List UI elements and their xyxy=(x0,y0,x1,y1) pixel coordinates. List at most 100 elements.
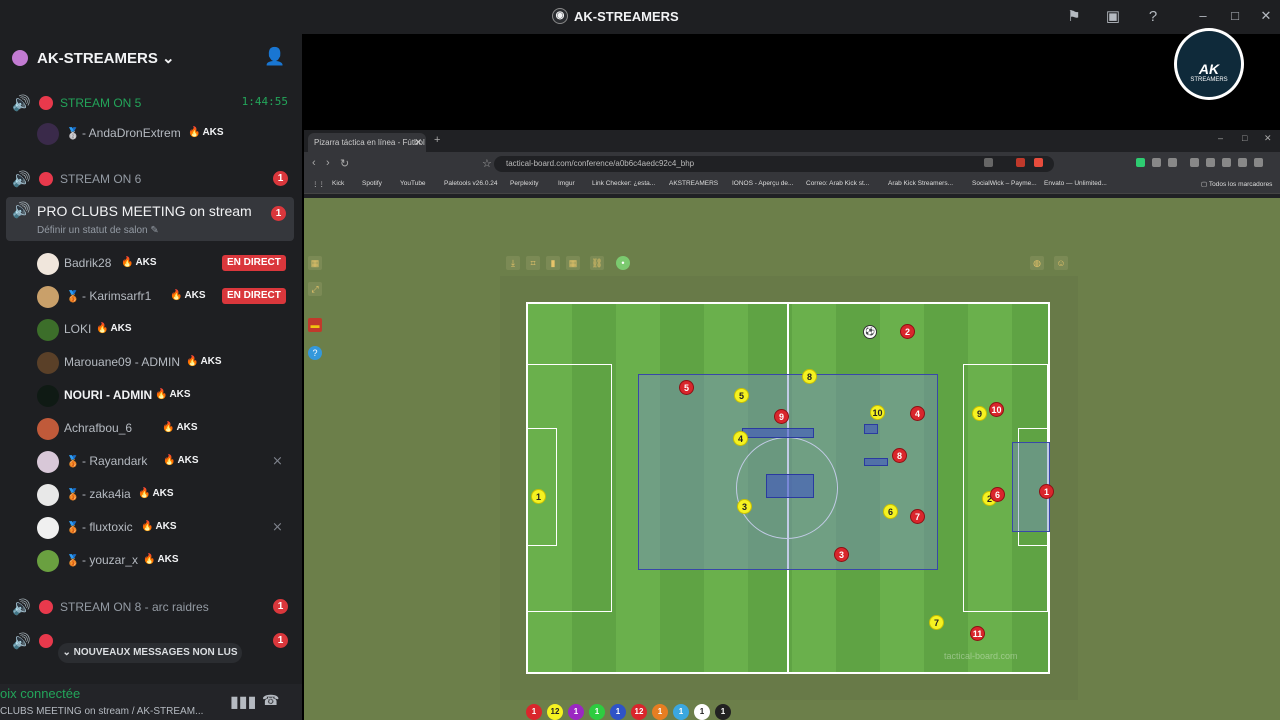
extension-icon[interactable] xyxy=(1190,158,1199,167)
extension-icon[interactable] xyxy=(1034,158,1043,167)
bookmark-item[interactable]: Perplexity xyxy=(510,180,539,187)
new-messages-button[interactable]: ⌄ NOUVEAUX MESSAGES NON LUS xyxy=(58,643,242,663)
browser-minimize-button[interactable]: – xyxy=(1218,133,1223,143)
language-flag-icon[interactable]: ▬ xyxy=(308,318,322,332)
extension-icon[interactable] xyxy=(1168,158,1177,167)
extension-icon[interactable] xyxy=(1016,158,1025,167)
crop-icon[interactable]: ⌗ xyxy=(526,256,540,270)
red-player[interactable]: 11 xyxy=(970,626,985,641)
extension-icon[interactable] xyxy=(1222,158,1231,167)
member-item[interactable]: 🥉 - youzar_x 🔥 AKS xyxy=(0,547,302,577)
browser-maximize-button[interactable]: □ xyxy=(1242,133,1247,143)
close-button[interactable]: ✕ xyxy=(1256,6,1276,26)
minimize-button[interactable]: – xyxy=(1193,6,1213,26)
globe-icon[interactable]: ◍ xyxy=(1030,256,1044,270)
back-icon[interactable]: ‹ xyxy=(312,157,316,169)
bookmark-icon[interactable]: ▮ xyxy=(546,256,560,270)
side-tool-icon[interactable]: ▦ xyxy=(308,256,322,270)
fullscreen-icon[interactable]: ⤢ xyxy=(308,282,322,296)
grid-icon[interactable]: ▦ xyxy=(566,256,580,270)
red-player[interactable]: 8 xyxy=(892,448,907,463)
forward-icon[interactable]: › xyxy=(326,157,330,169)
yellow-player[interactable]: 3 xyxy=(737,499,752,514)
browser-tab[interactable]: Pizarra táctica en línea - Fútbol ✕ xyxy=(308,133,426,152)
yellow-player[interactable]: 8 xyxy=(802,369,817,384)
palette-chip[interactable]: 1 xyxy=(673,704,689,720)
red-player[interactable]: 6 xyxy=(990,487,1005,502)
extension-icon[interactable] xyxy=(1254,158,1263,167)
extension-icon[interactable] xyxy=(1136,158,1145,167)
close-tab-icon[interactable]: ✕ xyxy=(414,137,422,148)
active-voice-channel[interactable]: 🔊 PRO CLUBS MEETING on stream Définir un… xyxy=(6,197,294,241)
member-item[interactable]: 🥉 - zaka4ia 🔥 AKS xyxy=(0,481,302,511)
noise-suppression-icon[interactable]: ▮▮▮ xyxy=(230,692,256,712)
red-player[interactable]: 1 xyxy=(1039,484,1054,499)
member-item[interactable]: 🥈 - AndaDronExtrem 🔥 AKS xyxy=(0,120,302,150)
bookmark-item[interactable]: IONOS - Aperçu de... xyxy=(732,180,793,187)
red-player[interactable]: 3 xyxy=(834,547,849,562)
palette-chip[interactable]: 1 xyxy=(526,704,542,720)
bookmark-item[interactable]: Correo: Arab Kick st... xyxy=(806,180,869,187)
member-item[interactable]: 🥉 - fluxtoxic 🔥 AKS ⨯ xyxy=(0,514,302,544)
ball-icon[interactable]: ⚽ xyxy=(863,325,877,339)
maximize-button[interactable]: □ xyxy=(1225,6,1245,26)
bookmark-item[interactable]: Spotify xyxy=(362,180,382,187)
bookmarks-all[interactable]: ▢ Todos los marcadores xyxy=(1201,180,1272,188)
new-tab-icon[interactable]: + xyxy=(434,134,440,146)
voice-channel-stream8[interactable]: 🔊 STREAM ON 8 - arc raidres 1 xyxy=(0,592,302,622)
member-item[interactable]: Badrik28 🔥 AKS EN DIRECT xyxy=(0,250,302,280)
download-icon[interactable]: ⤓ xyxy=(506,256,520,270)
screen-share-icon[interactable]: ▣ xyxy=(1104,8,1122,26)
url-input[interactable]: tactical-board.com/conference/a0b6c4aedc… xyxy=(494,156,1054,172)
voice-channel-stream5[interactable]: 🔊 STREAM ON 5 1:44:55 xyxy=(0,88,302,118)
bookmark-item[interactable]: Kick xyxy=(332,180,344,187)
browser-close-button[interactable]: ✕ xyxy=(1264,133,1272,144)
server-header[interactable]: AK-STREAMERS ⌄ 👤 xyxy=(0,44,302,74)
palette-chip[interactable]: 1 xyxy=(589,704,605,720)
yellow-player[interactable]: 6 xyxy=(883,504,898,519)
red-player[interactable]: 9 xyxy=(774,409,789,424)
help-icon[interactable]: ? xyxy=(308,346,322,360)
help-icon[interactable]: ? xyxy=(1144,8,1162,26)
yellow-player[interactable]: 1 xyxy=(531,489,546,504)
disconnect-icon[interactable]: ☎ xyxy=(262,692,279,709)
member-item[interactable]: 🥉 - Karimsarfr1 🔥 AKS EN DIRECT xyxy=(0,283,302,313)
invite-user-icon[interactable]: 👤 xyxy=(264,47,285,67)
user-icon[interactable]: ☺ xyxy=(1054,256,1068,270)
palette-chip[interactable]: 1 xyxy=(568,704,584,720)
bookmark-star-icon[interactable]: ☆ xyxy=(482,157,492,170)
reload-icon[interactable]: ↻ xyxy=(340,157,349,170)
member-item[interactable]: 🥉 - Rayandark 🔥 AKS ⨯ xyxy=(0,448,302,478)
member-item[interactable]: NOURI - ADMIN 🔥 AKS xyxy=(0,382,302,412)
bookmark-item[interactable]: Link Checker: ¿esta... xyxy=(592,180,655,187)
yellow-player[interactable]: 10 xyxy=(870,405,885,420)
bookmark-item[interactable]: Paletools v26.0.24 xyxy=(444,180,497,187)
flag-icon[interactable]: ⚑ xyxy=(1065,8,1083,26)
red-player[interactable]: 4 xyxy=(910,406,925,421)
red-player[interactable]: 2 xyxy=(900,324,915,339)
member-item[interactable]: Achrafbou_6 🔥 AKS xyxy=(0,415,302,445)
extension-icon[interactable] xyxy=(1152,158,1161,167)
bookmark-item[interactable]: Envato — Unlimited... xyxy=(1044,180,1107,187)
red-player[interactable]: 5 xyxy=(679,380,694,395)
bookmark-item[interactable]: Imgur xyxy=(558,180,575,187)
palette-chip[interactable]: 1 xyxy=(610,704,626,720)
bookmark-item[interactable]: SocialWick – Payme... xyxy=(972,180,1037,187)
member-item[interactable]: LOKI 🔥 AKS xyxy=(0,316,302,346)
extension-icon[interactable] xyxy=(984,158,993,167)
settings-badge-icon[interactable]: • xyxy=(616,256,630,270)
yellow-player[interactable]: 5 xyxy=(734,388,749,403)
yellow-player[interactable]: 7 xyxy=(929,615,944,630)
member-item[interactable]: Marouane09 - ADMIN 🔥 AKS xyxy=(0,349,302,379)
voice-channel-stream6[interactable]: 🔊 STREAM ON 6 1 xyxy=(0,164,302,194)
red-player[interactable]: 10 xyxy=(989,402,1004,417)
link-icon[interactable]: ⛓ xyxy=(590,256,604,270)
channel-status[interactable]: Définir un statut de salon ✎ xyxy=(37,225,159,236)
palette-chip[interactable]: 12 xyxy=(547,704,563,720)
palette-chip[interactable]: 1 xyxy=(694,704,710,720)
bookmark-item[interactable]: YouTube xyxy=(400,180,426,187)
palette-chip[interactable]: 12 xyxy=(631,704,647,720)
voice-channel-name[interactable]: CLUBS MEETING on stream / AK-STREAM... xyxy=(0,706,203,717)
palette-chip[interactable]: 1 xyxy=(715,704,731,720)
yellow-player[interactable]: 9 xyxy=(972,406,987,421)
